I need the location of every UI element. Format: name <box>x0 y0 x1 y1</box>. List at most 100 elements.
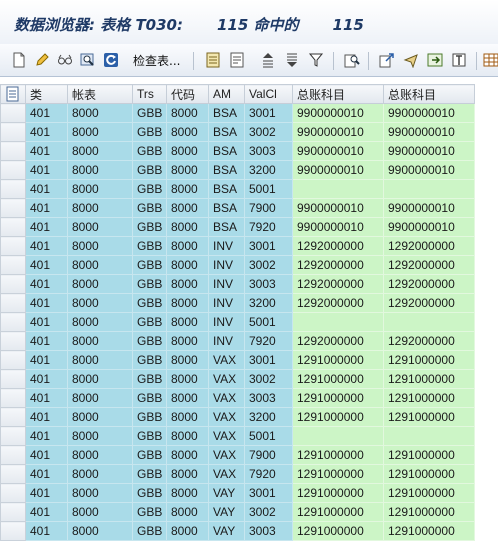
cell-class[interactable]: 401 <box>25 388 68 408</box>
cell-gl-account-debit[interactable]: 9900000010 <box>292 160 384 180</box>
cell-class[interactable]: 401 <box>25 236 68 256</box>
cell-chart-of-accounts[interactable]: 8000 <box>67 502 133 522</box>
cell-class[interactable]: 401 <box>25 160 68 180</box>
cell-gl-account-credit[interactable]: 9900000010 <box>383 141 475 161</box>
table-row[interactable]: 401 8000 GBB 8000 INV 5001 <box>0 312 475 332</box>
cell-gl-account-credit[interactable]: 1291000000 <box>383 445 475 465</box>
cell-transaction[interactable]: GBB <box>132 141 167 161</box>
row-selector[interactable] <box>0 312 26 332</box>
table-row[interactable]: 401 8000 GBB 8000 BSA 7900 9900000010 990000001… <box>0 198 475 218</box>
cell-transaction[interactable]: GBB <box>132 388 167 408</box>
cell-class[interactable]: 401 <box>25 293 68 313</box>
cell-gl-account-credit[interactable] <box>383 179 475 199</box>
cell-chart-of-accounts[interactable]: 8000 <box>67 179 133 199</box>
cell-transaction[interactable]: GBB <box>132 483 167 503</box>
cell-account-modifier[interactable]: BSA <box>208 103 245 123</box>
cell-code[interactable]: 8000 <box>166 179 209 199</box>
cell-chart-of-accounts[interactable]: 8000 <box>67 521 133 541</box>
cell-account-modifier[interactable]: BSA <box>208 179 245 199</box>
cell-transaction[interactable]: GBB <box>132 236 167 256</box>
cell-valuation-class[interactable]: 3200 <box>244 160 293 180</box>
cell-gl-account-credit[interactable]: 1291000000 <box>383 502 475 522</box>
cell-code[interactable]: 8000 <box>166 369 209 389</box>
cell-transaction[interactable]: GBB <box>132 122 167 142</box>
table-row[interactable]: 401 8000 GBB 8000 INV 7920 1292000000 129200000… <box>0 331 475 351</box>
cell-transaction[interactable]: GBB <box>132 426 167 446</box>
cell-account-modifier[interactable]: VAY <box>208 483 245 503</box>
cell-transaction[interactable]: GBB <box>132 445 167 465</box>
cell-gl-account-credit[interactable]: 9900000010 <box>383 103 475 123</box>
cell-valuation-class[interactable]: 7920 <box>244 464 293 484</box>
table-row[interactable]: 401 8000 GBB 8000 INV 3200 1292000000 129200000… <box>0 293 475 313</box>
cell-gl-account-credit[interactable]: 1291000000 <box>383 464 475 484</box>
cell-account-modifier[interactable]: VAX <box>208 369 245 389</box>
cell-code[interactable]: 8000 <box>166 350 209 370</box>
row-selector[interactable] <box>0 255 26 275</box>
cell-valuation-class[interactable]: 7900 <box>244 445 293 465</box>
cell-chart-of-accounts[interactable]: 8000 <box>67 293 133 313</box>
cell-chart-of-accounts[interactable]: 8000 <box>67 426 133 446</box>
cell-code[interactable]: 8000 <box>166 388 209 408</box>
cell-gl-account-debit[interactable]: 1291000000 <box>292 407 384 427</box>
cell-transaction[interactable]: GBB <box>132 312 167 332</box>
table-row[interactable]: 401 8000 GBB 8000 VAX 3001 1291000000 129100000… <box>0 350 475 370</box>
table-row[interactable]: 401 8000 GBB 8000 BSA 3002 9900000010 990000001… <box>0 122 475 142</box>
row-selector[interactable] <box>0 407 26 427</box>
cell-chart-of-accounts[interactable]: 8000 <box>67 388 133 408</box>
table-row[interactable]: 401 8000 GBB 8000 VAX 5001 <box>0 426 475 446</box>
cell-gl-account-debit[interactable] <box>292 179 384 199</box>
cell-gl-account-credit[interactable]: 1291000000 <box>383 369 475 389</box>
row-selector[interactable] <box>0 521 26 541</box>
column-header-class[interactable]: 类 <box>25 84 68 104</box>
row-selector[interactable] <box>0 464 26 484</box>
cell-class[interactable]: 401 <box>25 217 68 237</box>
cell-gl-account-credit[interactable]: 1292000000 <box>383 236 475 256</box>
cell-gl-account-credit[interactable]: 9900000010 <box>383 217 475 237</box>
export-icon[interactable] <box>378 51 396 69</box>
row-selector[interactable] <box>0 141 26 161</box>
table-row[interactable]: 401 8000 GBB 8000 BSA 3003 9900000010 990000001… <box>0 141 475 161</box>
cell-code[interactable]: 8000 <box>166 160 209 180</box>
cell-gl-account-debit[interactable]: 1291000000 <box>292 521 384 541</box>
column-header-gl-account-credit[interactable]: 总账科目 <box>383 84 475 104</box>
cell-chart-of-accounts[interactable]: 8000 <box>67 331 133 351</box>
cell-valuation-class[interactable]: 3001 <box>244 236 293 256</box>
cell-transaction[interactable]: GBB <box>132 521 167 541</box>
cell-valuation-class[interactable]: 7900 <box>244 198 293 218</box>
cell-class[interactable]: 401 <box>25 502 68 522</box>
cell-account-modifier[interactable]: VAX <box>208 407 245 427</box>
row-selector[interactable] <box>0 483 26 503</box>
cell-gl-account-debit[interactable]: 1291000000 <box>292 445 384 465</box>
cell-gl-account-debit[interactable]: 1291000000 <box>292 350 384 370</box>
cell-class[interactable]: 401 <box>25 521 68 541</box>
table-row[interactable]: 401 8000 GBB 8000 INV 3002 1292000000 129200000… <box>0 255 475 275</box>
cell-account-modifier[interactable]: BSA <box>208 141 245 161</box>
sort-descending-icon[interactable] <box>283 51 301 69</box>
cell-gl-account-debit[interactable]: 1292000000 <box>292 293 384 313</box>
cell-code[interactable]: 8000 <box>166 502 209 522</box>
cell-account-modifier[interactable]: VAX <box>208 350 245 370</box>
row-selector[interactable] <box>0 369 26 389</box>
cell-code[interactable]: 8000 <box>166 407 209 427</box>
table-row[interactable]: 401 8000 GBB 8000 VAY 3001 1291000000 129100000… <box>0 483 475 503</box>
cell-gl-account-credit[interactable]: 9900000010 <box>383 122 475 142</box>
cell-valuation-class[interactable]: 5001 <box>244 179 293 199</box>
refresh-icon[interactable] <box>102 51 120 69</box>
cell-account-modifier[interactable]: VAX <box>208 445 245 465</box>
cell-valuation-class[interactable]: 3001 <box>244 483 293 503</box>
cell-chart-of-accounts[interactable]: 8000 <box>67 312 133 332</box>
cell-chart-of-accounts[interactable]: 8000 <box>67 369 133 389</box>
cell-class[interactable]: 401 <box>25 274 68 294</box>
cell-transaction[interactable]: GBB <box>132 274 167 294</box>
cell-gl-account-debit[interactable]: 1292000000 <box>292 331 384 351</box>
cell-gl-account-debit[interactable]: 9900000010 <box>292 103 384 123</box>
cell-valuation-class[interactable]: 3002 <box>244 502 293 522</box>
cell-valuation-class[interactable]: 3003 <box>244 521 293 541</box>
cell-account-modifier[interactable]: BSA <box>208 160 245 180</box>
cell-chart-of-accounts[interactable]: 8000 <box>67 255 133 275</box>
grid-layout-icon[interactable] <box>482 51 498 69</box>
cell-account-modifier[interactable]: VAY <box>208 502 245 522</box>
cell-code[interactable]: 8000 <box>166 122 209 142</box>
cell-chart-of-accounts[interactable]: 8000 <box>67 274 133 294</box>
row-selector[interactable] <box>0 331 26 351</box>
